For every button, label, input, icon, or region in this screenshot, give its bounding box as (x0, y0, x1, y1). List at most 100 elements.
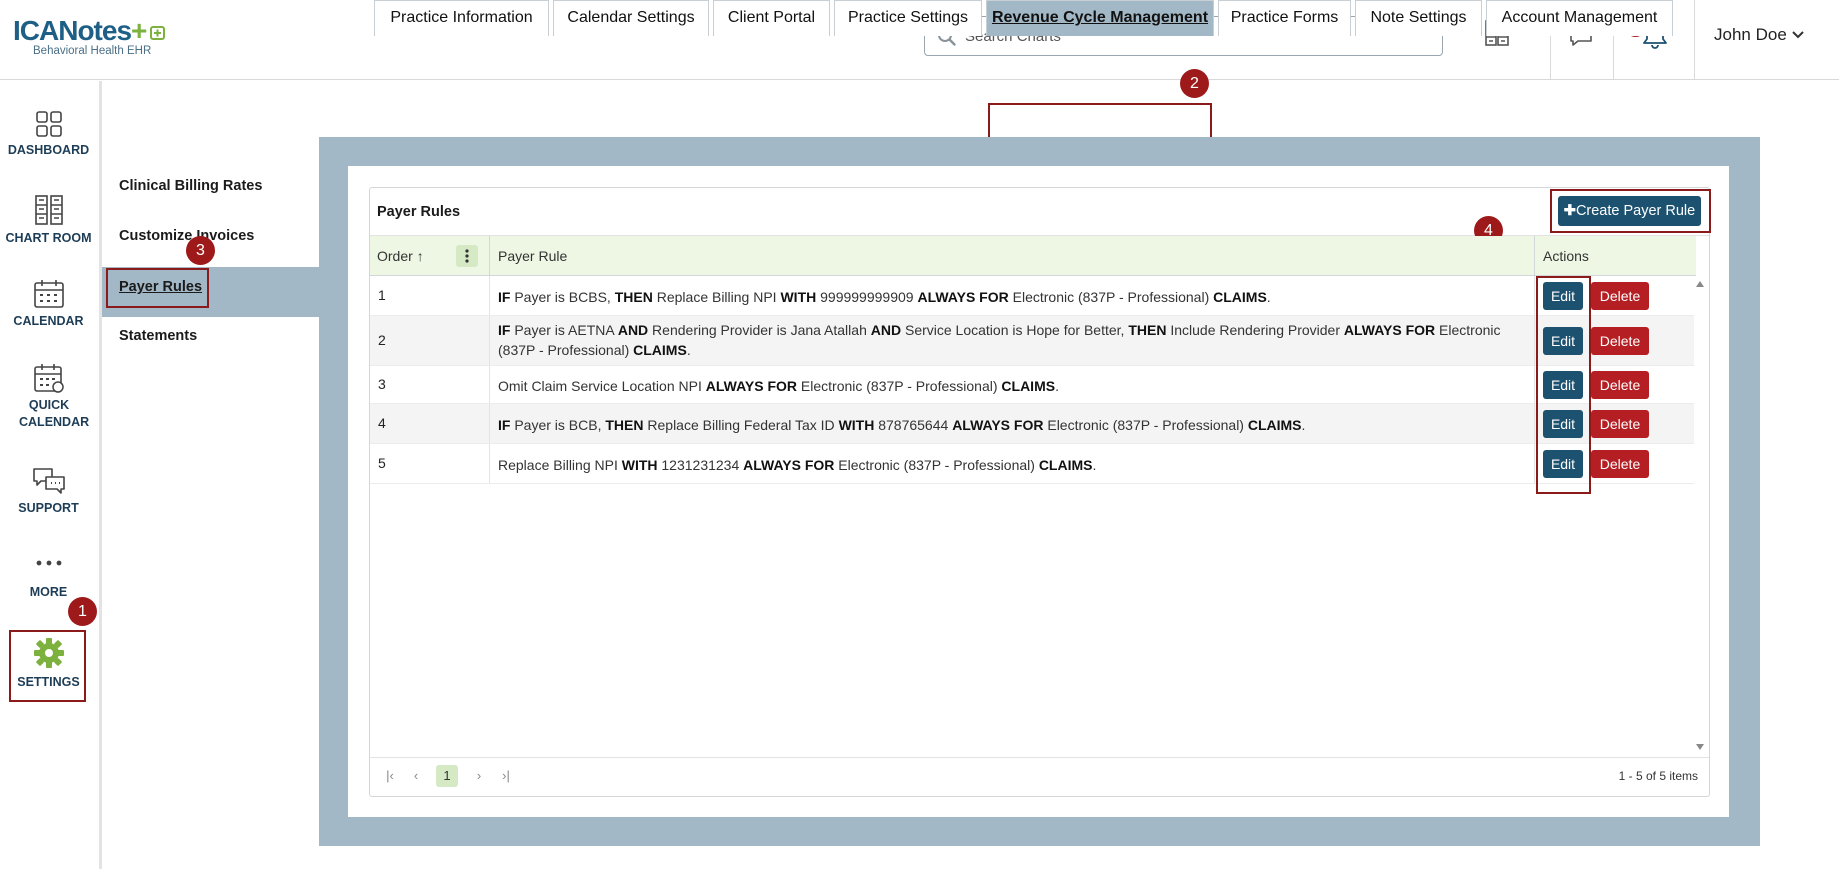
nav-support[interactable]: SUPPORT (0, 466, 97, 517)
tab-note-settings[interactable]: Note Settings (1355, 0, 1482, 36)
rule-keyword: WITH (780, 289, 817, 305)
prev-page-icon[interactable]: ‹ (405, 765, 427, 787)
row-order: 1 (378, 287, 386, 303)
logo-plus-icon: + (131, 15, 147, 46)
subnav-clinical-billing-rates[interactable]: Clinical Billing Rates (119, 178, 262, 194)
nav-dashboard[interactable]: DASHBOARD (0, 110, 97, 159)
column-separator (1534, 444, 1535, 483)
table-row: 1 IF Payer is BCBS, THEN Replace Billing … (370, 276, 1694, 316)
sort-arrow-up-icon: ↑ (416, 248, 424, 264)
scroll-up-icon[interactable] (1694, 279, 1706, 289)
rule-text: Replace Billing Federal Tax ID (643, 417, 839, 433)
rule-text: Include Rendering Provider (1166, 322, 1344, 338)
rule-text: Electronic (837P - Professional) (1008, 289, 1214, 305)
dashboard-icon (35, 111, 62, 137)
rule-text: Payer is BCBS, (510, 289, 615, 305)
rule-text: . (1092, 457, 1097, 473)
delete-button[interactable]: Delete (1591, 371, 1649, 399)
rule-keyword: THEN (1128, 322, 1167, 338)
row-payer-rule: IF Payer is BCB, THEN Replace Billing Fe… (498, 415, 1538, 435)
pager-info: 1 - 5 of 5 items (1618, 769, 1698, 783)
rule-text: . (1055, 378, 1059, 394)
payer-rules-highlight (106, 268, 209, 308)
edit-column-highlight (1536, 276, 1591, 494)
tab-practice-forms[interactable]: Practice Forms (1218, 0, 1351, 36)
column-separator (1534, 316, 1535, 365)
row-payer-rule: IF Payer is BCBS, THEN Replace Billing N… (498, 287, 1538, 307)
rule-keyword: CLAIMS (1247, 417, 1302, 433)
rule-keyword: ALWAYS FOR (705, 378, 798, 394)
rule-keyword: AND (617, 322, 649, 338)
column-separator (1534, 236, 1535, 276)
rule-text: 1231231234 (657, 457, 744, 473)
tab-client-portal[interactable]: Client Portal (713, 0, 830, 36)
page-number-current[interactable]: 1 (436, 765, 458, 787)
delete-button[interactable]: Delete (1591, 282, 1649, 310)
subnav-statements[interactable]: Statements (119, 328, 197, 344)
rule-keyword: ALWAYS FOR (1343, 322, 1436, 338)
step-marker-2: 2 (1180, 69, 1209, 98)
tab-calendar-settings[interactable]: Calendar Settings (553, 0, 709, 36)
scroll-down-icon[interactable] (1694, 742, 1706, 752)
column-header-order[interactable]: Order ↑ (377, 248, 424, 264)
column-separator (489, 366, 490, 403)
subnav-customize-invoices[interactable]: Customize Invoices (119, 228, 254, 244)
create-button-highlight (1550, 189, 1711, 233)
column-separator (1534, 366, 1535, 403)
vertical-dots-icon (465, 249, 469, 263)
tab-practice-information[interactable]: Practice Information (374, 0, 549, 36)
rule-text: Service Location is Hope for Better, (901, 322, 1129, 338)
rcm-tab-highlight (988, 103, 1212, 139)
rule-text: Payer is BCB, (510, 417, 606, 433)
rule-text: Electronic (837P - Professional) (797, 378, 1002, 394)
column-separator (1534, 404, 1535, 443)
nav-label: QUICK CALENDAR (19, 398, 90, 429)
nav-calendar[interactable]: CALENDAR (0, 279, 97, 330)
table-row: 2 IF Payer is AETNA AND Rendering Provide… (370, 316, 1694, 366)
column-separator (489, 236, 490, 276)
support-icon (32, 468, 65, 494)
chevron-down-icon[interactable] (1792, 31, 1804, 39)
chart-room-icon (34, 195, 63, 225)
column-separator (489, 444, 490, 483)
column-separator (1534, 276, 1535, 315)
settings-highlight (9, 630, 86, 702)
logo-badge-icon (150, 26, 166, 40)
nav-label: SUPPORT (18, 501, 79, 515)
row-payer-rule: Replace Billing NPI WITH 1231231234 ALWA… (498, 455, 1538, 475)
app-logo[interactable]: ICANotes+ Behavioral Health EHR (13, 16, 167, 57)
rule-keyword: ALWAYS FOR (917, 289, 1009, 305)
rule-text: Electronic (837P - Professional) (834, 457, 1039, 473)
column-header-actions: Actions (1543, 248, 1589, 264)
next-page-icon[interactable]: › (468, 765, 490, 787)
nav-more[interactable]: MORE (0, 556, 97, 601)
logo-text: ICANotes (13, 15, 132, 46)
rule-text: . (686, 342, 691, 358)
rule-keyword: WITH (838, 417, 875, 433)
delete-button[interactable]: Delete (1591, 450, 1649, 478)
last-page-icon[interactable]: ›| (495, 765, 517, 787)
rule-keyword: CLAIMS (1213, 289, 1267, 305)
first-page-icon[interactable]: |‹ (379, 765, 401, 787)
table-row: 3 Omit Claim Service Location NPI ALWAYS … (370, 366, 1694, 404)
column-separator (489, 276, 490, 315)
rule-keyword: CLAIMS (1038, 457, 1093, 473)
rule-keyword: CLAIMS (1001, 378, 1056, 394)
nav-label: CHART ROOM (5, 231, 92, 245)
delete-button[interactable]: Delete (1591, 410, 1649, 438)
logo-subtitle: Behavioral Health EHR (33, 45, 152, 57)
rule-text: Payer is AETNA (510, 322, 618, 338)
tab-revenue-cycle-management[interactable]: Revenue Cycle Management (986, 0, 1214, 36)
column-header-payer-rule[interactable]: Payer Rule (498, 248, 567, 264)
tab-account-management[interactable]: Account Management (1486, 0, 1673, 36)
step-marker-3: 3 (186, 236, 215, 265)
row-payer-rule: Omit Claim Service Location NPI ALWAYS F… (498, 376, 1538, 396)
tab-practice-settings[interactable]: Practice Settings (834, 0, 982, 36)
step-marker-1: 1 (68, 597, 97, 626)
user-name[interactable]: John Doe (1714, 25, 1787, 45)
nav-quick-calendar[interactable]: QUICK CALENDAR (0, 363, 97, 431)
nav-chart-room[interactable]: CHART ROOM (0, 194, 97, 247)
column-menu-button[interactable] (456, 245, 478, 267)
delete-button[interactable]: Delete (1591, 327, 1649, 355)
rule-text: Replace Billing NPI (498, 457, 622, 473)
